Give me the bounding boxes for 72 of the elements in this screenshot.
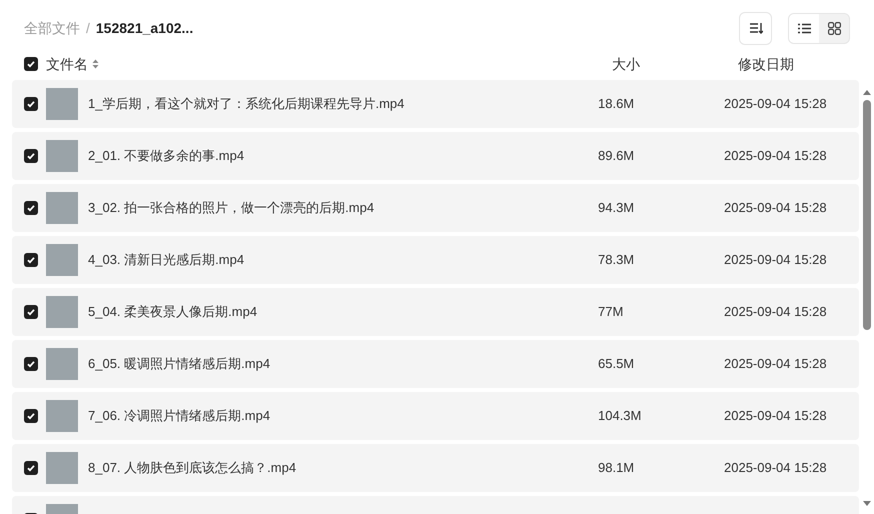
check-icon xyxy=(26,463,36,473)
file-size: 98.1M xyxy=(598,459,636,478)
file-size: 18.6M xyxy=(598,95,636,114)
sort-icon xyxy=(748,22,762,34)
video-thumbnail xyxy=(46,88,78,120)
modified-date: 2025-09-04 15:28 xyxy=(724,303,827,322)
file-row[interactable]: 5_04. 柔美夜景人像后期.mp4 77M 2025-09-04 15:28 xyxy=(12,288,859,336)
check-icon xyxy=(26,151,36,161)
checkbox[interactable] xyxy=(24,57,38,71)
modified-date: 2025-09-04 15:28 xyxy=(724,459,827,478)
check-icon xyxy=(26,59,36,69)
checkbox[interactable] xyxy=(24,461,38,475)
file-row[interactable]: 8_07. 人物肤色到底该怎么搞？.mp4 98.1M 2025-09-04 15:28 xyxy=(12,444,859,492)
video-thumbnail xyxy=(46,140,78,172)
breadcrumb-separator: / xyxy=(86,18,90,38)
column-header[interactable]: 文件名 xyxy=(46,54,88,74)
breadcrumb-current: 152821_a102... xyxy=(96,18,194,38)
file-row[interactable]: 3_02. 拍一张合格的照片，做一个漂亮的后期.mp4 94.3M 2025-09-04 15:28 xyxy=(12,184,859,232)
file-row[interactable]: 7_06. 冷调照片情绪感后期.mp4 104.3M 2025-09-04 15:28 xyxy=(12,392,859,440)
check-icon xyxy=(26,203,36,213)
file-name: 2_01. 不要做多余的事.mp4 xyxy=(88,147,246,166)
check-icon xyxy=(26,255,36,265)
sort-button[interactable] xyxy=(739,12,772,44)
check-icon xyxy=(26,411,36,421)
video-thumbnail xyxy=(46,400,78,432)
checkbox[interactable] xyxy=(24,149,38,163)
file-row[interactable]: 4_03. 清新日光感后期.mp4 78.3M 2025-09-04 15:28 xyxy=(12,236,859,284)
modified-date: 2025-09-04 15:28 xyxy=(724,407,827,426)
file-row[interactable]: 1_学后期，看这个就对了：系统化后期课程先导片.mp4 18.6M 2025-09-04 15:28 xyxy=(12,80,859,128)
video-thumbnail xyxy=(46,296,78,328)
video-thumbnail xyxy=(46,244,78,276)
file-name: 3_02. 拍一张合格的照片，做一个漂亮的后期.mp4 xyxy=(88,199,376,218)
file-name: 7_06. 冷调照片情绪感后期.mp4 xyxy=(88,407,272,426)
file-size: 78.3M xyxy=(598,251,636,270)
file-size: 77M xyxy=(598,303,624,322)
modified-date: 2025-09-04 15:28 xyxy=(724,95,827,114)
file-name: 1_学后期，看这个就对了：系统化后期课程先导片.mp4 xyxy=(88,95,406,114)
column-header: 修改日期 xyxy=(738,54,794,74)
video-thumbnail xyxy=(46,192,78,224)
modified-date: 2025-09-04 15:28 xyxy=(724,251,827,270)
scroll-up-icon[interactable] xyxy=(862,88,872,96)
video-thumbnail xyxy=(46,452,78,484)
checkbox[interactable] xyxy=(24,97,38,111)
file-size: 94.3M xyxy=(598,199,636,218)
checkbox[interactable] xyxy=(24,357,38,371)
file-row[interactable]: 6_05. 暖调照片情绪感后期.mp4 65.5M 2025-09-04 15:28 xyxy=(12,340,859,388)
file-size: 65.5M xyxy=(598,355,636,374)
check-icon xyxy=(26,359,36,369)
modified-date: 2025-09-04 15:28 xyxy=(724,355,827,374)
view-mode-tab[interactable] xyxy=(789,14,819,42)
file-name: 5_04. 柔美夜景人像后期.mp4 xyxy=(88,303,258,322)
scroll-down-icon[interactable] xyxy=(862,500,872,508)
file-name: 6_05. 暖调照片情绪感后期.mp4 xyxy=(88,355,272,374)
video-thumbnail xyxy=(46,348,78,380)
grid-icon xyxy=(828,22,840,34)
check-icon xyxy=(26,307,36,317)
file-size: 104.3M xyxy=(598,407,642,426)
file-size: 89.6M xyxy=(598,147,636,166)
checkbox[interactable] xyxy=(24,409,38,423)
check-icon xyxy=(26,99,36,109)
list-icon xyxy=(798,22,810,34)
modified-date: 2025-09-04 15:28 xyxy=(724,199,827,218)
sort-arrows-icon[interactable] xyxy=(92,59,99,69)
checkbox[interactable] xyxy=(24,305,38,319)
file-name: 8_07. 人物肤色到底该怎么搞？.mp4 xyxy=(88,459,298,478)
column-header: 大小 xyxy=(612,54,641,74)
file-name: 4_03. 清新日光感后期.mp4 xyxy=(88,251,246,270)
checkbox[interactable] xyxy=(24,201,38,215)
file-row[interactable]: 2_01. 不要做多余的事.mp4 89.6M 2025-09-04 15:28 xyxy=(12,132,859,180)
modified-date: 2025-09-04 15:28 xyxy=(724,147,827,166)
scrollbar-thumb[interactable] xyxy=(863,100,871,330)
checkbox[interactable] xyxy=(24,253,38,267)
